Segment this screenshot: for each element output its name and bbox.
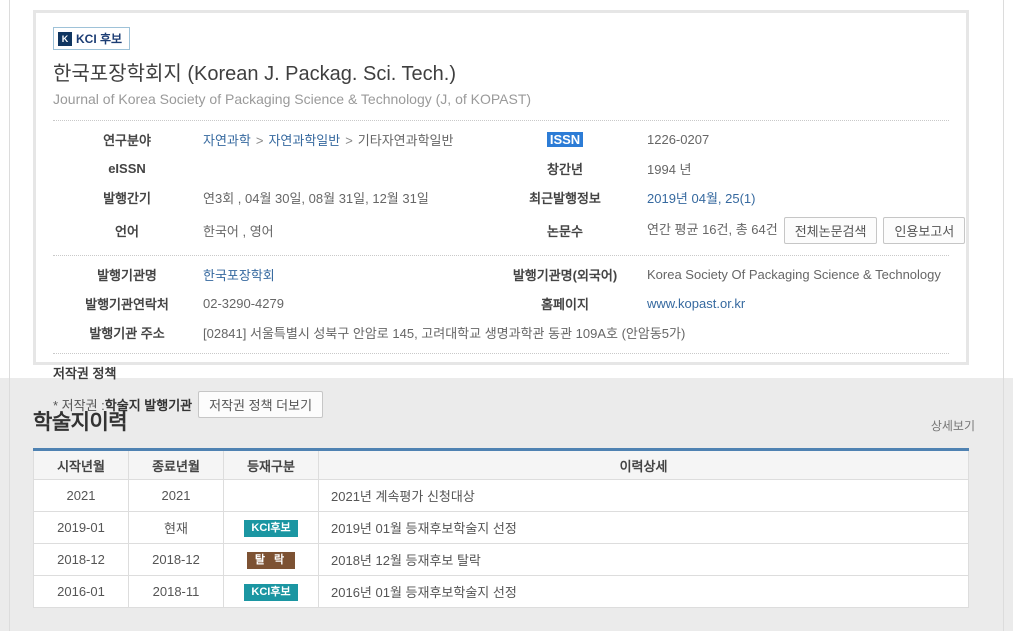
contact-value: 02-3290-4279 (201, 291, 485, 316)
content-divider-right (1003, 0, 1004, 631)
homepage-label: 홈페이지 (485, 289, 645, 318)
paper-count-label: 논문수 (485, 216, 645, 245)
history-detail-link[interactable]: 상세보기 (931, 417, 975, 436)
founded-year-value: 1994 년 (645, 154, 967, 183)
history-start-date: 2019-01 (34, 512, 129, 544)
listing-status-badge: KCI후보 (244, 584, 297, 601)
listing-status-badge: 탈 락 (247, 552, 295, 569)
issn-label: ISSN (485, 127, 645, 152)
col-header-end-date: 종료년월 (129, 450, 224, 480)
kci-badge-label: KCI 후보 (76, 30, 122, 47)
history-end-date: 2018-12 (129, 544, 224, 576)
frequency-label: 발행간기 (53, 183, 201, 212)
breadcrumb-link-science[interactable]: 자연과학 (203, 133, 251, 148)
history-header-row: 시작년월 종료년월 등재구분 이력상세 (34, 450, 969, 480)
kci-candidate-badge: K KCI 후보 (53, 27, 130, 50)
history-detail-text: 2021년 계속평가 신청대상 (319, 480, 969, 512)
contact-label: 발행기관연락처 (53, 289, 201, 318)
eissn-label: eISSN (53, 156, 201, 181)
journal-history-table: 시작년월 종료년월 등재구분 이력상세 2021 2021 2021년 계속평가… (33, 448, 969, 608)
listing-status-badge: KCI후보 (244, 520, 297, 537)
field-label: 연구분야 (53, 125, 201, 154)
frequency-value: 연3회 , 04월 30일, 08월 31일, 12월 31일 (201, 183, 485, 212)
homepage-link[interactable]: www.kopast.or.kr (647, 296, 745, 311)
founded-year-label: 창간년 (485, 154, 645, 183)
journal-title: 한국포장학회지 (Korean J. Packag. Sci. Tech.) (53, 57, 949, 86)
language-value: 한국어 , 영어 (201, 216, 485, 245)
history-detail-text: 2019년 01월 등재후보학술지 선정 (319, 512, 969, 544)
recent-issue-label: 최근발행정보 (485, 183, 645, 212)
journal-info-card: K KCI 후보 한국포장학회지 (Korean J. Packag. Sci.… (33, 10, 969, 365)
col-header-detail: 이력상세 (319, 450, 969, 480)
breadcrumb-separator: > (345, 133, 353, 148)
field-breadcrumb: 자연과학 > 자연과학일반 > 기타자연과학일반 (201, 125, 485, 154)
issn-value: 1226-0207 (645, 127, 967, 152)
paper-count-value: 연간 평균 16건, 총 64건 전체논문검색인용보고서 (645, 212, 967, 249)
publisher-en-label: 발행기관명(외국어) (485, 260, 645, 289)
table-row: 2016-01 2018-11 KCI후보 2016년 01월 등재후보학술지 … (34, 576, 969, 608)
history-start-date: 2021 (34, 480, 129, 512)
breadcrumb-link-general-science[interactable]: 자연과학일반 (268, 133, 340, 148)
history-detail-text: 2016년 01월 등재후보학술지 선정 (319, 576, 969, 608)
recent-issue-link[interactable]: 2019년 04월, 25(1) (647, 191, 755, 206)
breadcrumb-separator: > (256, 133, 264, 148)
publisher-en-value: Korea Society Of Packaging Science & Tec… (645, 262, 949, 287)
eissn-value (201, 164, 485, 174)
history-end-date: 2021 (129, 480, 224, 512)
table-row: 2019-01 현재 KCI후보 2019년 01월 등재후보학술지 선정 (34, 512, 969, 544)
col-header-listing-type: 등재구분 (224, 450, 319, 480)
table-row: 2018-12 2018-12 탈 락 2018년 12월 등재후보 탈락 (34, 544, 969, 576)
history-detail-text: 2018년 12월 등재후보 탈락 (319, 544, 969, 576)
breadcrumb-leaf: 기타자연과학일반 (358, 133, 454, 148)
publisher-link[interactable]: 한국포장학회 (203, 268, 275, 283)
content-divider-left (9, 0, 10, 631)
col-header-start-date: 시작년월 (34, 450, 129, 480)
address-label: 발행기관 주소 (53, 318, 201, 347)
citation-report-button[interactable]: 인용보고서 (883, 217, 965, 244)
journal-subtitle: Journal of Korea Society of Packaging Sc… (53, 91, 949, 107)
publisher-label: 발행기관명 (53, 260, 201, 289)
history-end-date: 현재 (129, 512, 224, 544)
history-start-date: 2018-12 (34, 544, 129, 576)
search-all-papers-button[interactable]: 전체논문검색 (784, 217, 878, 244)
table-row: 2021 2021 2021년 계속평가 신청대상 (34, 480, 969, 512)
journal-meta-group-2: 발행기관명 한국포장학회 발행기관명(외국어) Korea Society Of… (53, 256, 949, 351)
language-label: 언어 (53, 216, 201, 245)
paper-count-text: 연간 평균 16건, 총 64건 (647, 222, 778, 237)
history-section-title: 학술지이력 (33, 406, 127, 436)
kci-logo-icon: K (58, 32, 72, 46)
journal-meta-group-1: 연구분야 자연과학>자연과학일반>기타자연과학일반 ISSN 1226-0207… (53, 121, 949, 253)
address-value: [02841] 서울특별시 성북구 안암로 145, 고려대학교 생명과학관 동… (201, 318, 949, 347)
history-end-date: 2018-11 (129, 576, 224, 608)
issn-label-highlighted: ISSN (547, 132, 583, 147)
history-start-date: 2016-01 (34, 576, 129, 608)
copyright-heading: 저작권 정책 (53, 363, 949, 382)
